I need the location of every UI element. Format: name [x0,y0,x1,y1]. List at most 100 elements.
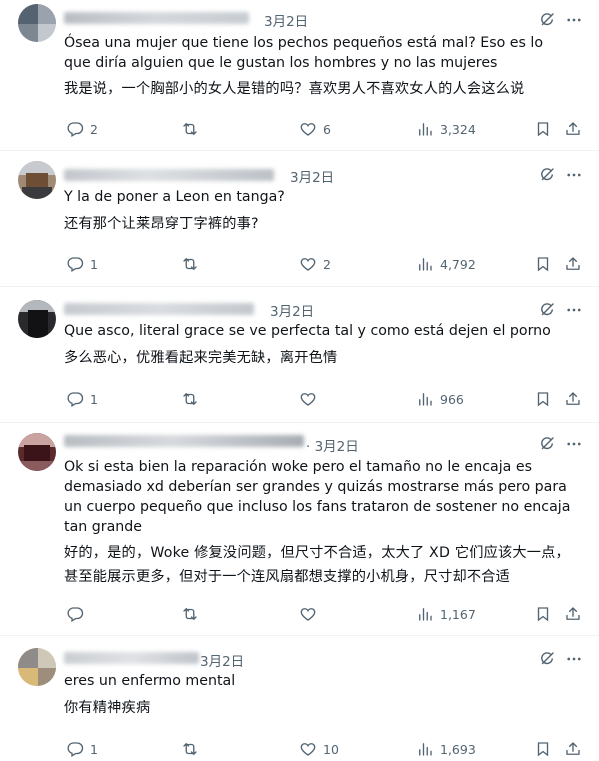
grok-icon[interactable] [538,301,556,319]
retweet-button[interactable] [181,740,205,758]
views-count: 966 [440,391,464,407]
tweet-text: Ósea una mujer que tiene los pechos pequ… [64,35,544,71]
share-icon[interactable] [564,120,582,138]
views-button[interactable]: 3,324 [416,120,476,138]
like-icon [299,390,317,408]
author-name[interactable] [64,169,274,181]
tweet-text: eres un enfermo mental [64,673,236,689]
tweet-translation: 还有那个让莱昂穿丁字裤的事? [64,216,259,232]
tweet-3[interactable]: 3月2日 Que asco, literal grace se ve perfe… [0,287,599,422]
like-count: 6 [323,121,331,137]
retweet-icon [181,120,199,138]
author-name[interactable] [64,12,249,24]
more-icon[interactable] [565,11,583,29]
more-icon[interactable] [565,301,583,319]
timestamp[interactable]: · 3月2日 [306,435,359,455]
author-name[interactable] [64,652,199,664]
retweet-icon [181,255,199,273]
reply-icon [66,255,84,273]
bookmark-icon[interactable] [534,605,552,623]
reply-button[interactable]: 1 [66,255,98,273]
reply-icon [66,740,84,758]
reply-icon [66,120,84,138]
views-icon [416,740,434,758]
tweet-text: Ok si esta bien la reparación woke pero … [64,459,571,535]
tweet-5[interactable]: 3月2日 eres un enfermo mental 你有精神疾病 1 10 … [0,636,599,761]
views-button[interactable]: 1,167 [416,605,476,623]
tweet-2[interactable]: 3月2日 Y la de poner a Leon en tanga? 还有那个… [0,151,599,286]
views-count: 1,167 [440,606,476,622]
author-name[interactable] [64,435,304,447]
retweet-button[interactable] [181,605,205,623]
avatar[interactable] [18,4,56,42]
reply-button[interactable]: 2 [66,120,98,138]
bookmark-icon[interactable] [534,740,552,758]
avatar[interactable] [18,161,56,199]
grok-icon[interactable] [538,166,556,184]
avatar[interactable] [18,648,56,686]
reply-icon [66,390,84,408]
retweet-icon [181,605,199,623]
tweet-translation: 我是说，一个胸部小的女人是错的吗？喜欢男人不喜欢女人的人会这么说 [64,81,525,97]
share-icon[interactable] [564,390,582,408]
more-icon[interactable] [565,166,583,184]
views-count: 3,324 [440,121,476,137]
like-count: 2 [323,256,331,272]
share-icon[interactable] [564,605,582,623]
like-button[interactable]: 6 [299,120,331,138]
like-icon [299,740,317,758]
tweet-text: Que asco, literal grace se ve perfecta t… [64,323,551,339]
author-name[interactable] [64,303,254,315]
tweet-translation: 多么恶心，优雅看起来完美无缺，离开色情 [64,350,338,366]
like-icon [299,255,317,273]
reply-count: 1 [90,256,98,272]
grok-icon[interactable] [538,435,556,453]
tweet-1[interactable]: 3月2日 Ósea una mujer que tiene los pechos… [0,0,599,150]
bookmark-icon[interactable] [534,390,552,408]
like-icon [299,605,317,623]
reply-count: 2 [90,121,98,137]
views-button[interactable]: 1,693 [416,740,476,758]
retweet-icon [181,390,199,408]
timestamp[interactable]: 3月2日 [290,166,334,186]
views-icon [416,605,434,623]
like-button[interactable] [299,605,323,623]
reply-count: 1 [90,741,98,757]
bookmark-icon[interactable] [534,255,552,273]
retweet-button[interactable] [181,120,205,138]
views-count: 4,792 [440,256,476,272]
retweet-button[interactable] [181,255,205,273]
tweet-4[interactable]: · 3月2日 Ok si esta bien la reparación wok… [0,423,599,635]
tweet-translation: 好的，是的，Woke 修复没问题，但尺寸不合适，太大了 XD 它们应该大一点，甚… [64,545,570,585]
more-icon[interactable] [565,650,583,668]
views-button[interactable]: 4,792 [416,255,476,273]
reply-button[interactable] [66,605,90,623]
more-icon[interactable] [565,435,583,453]
views-button[interactable]: 966 [416,390,464,408]
views-icon [416,255,434,273]
like-count: 10 [323,741,339,757]
retweet-button[interactable] [181,390,205,408]
timestamp[interactable]: 3月2日 [270,300,314,320]
grok-icon[interactable] [538,650,556,668]
like-button[interactable]: 10 [299,740,339,758]
avatar[interactable] [18,433,56,471]
reply-count: 1 [90,391,98,407]
reply-button[interactable]: 1 [66,740,98,758]
timestamp[interactable]: 3月2日 [200,650,244,670]
views-icon [416,390,434,408]
bookmark-icon[interactable] [534,120,552,138]
tweet-translation: 你有精神疾病 [64,700,151,716]
share-icon[interactable] [564,255,582,273]
like-button[interactable] [299,390,323,408]
grok-icon[interactable] [538,11,556,29]
tweet-text: Y la de poner a Leon en tanga? [64,189,285,205]
retweet-icon [181,740,199,758]
like-button[interactable]: 2 [299,255,331,273]
views-count: 1,693 [440,741,476,757]
share-icon[interactable] [564,740,582,758]
like-icon [299,120,317,138]
reply-button[interactable]: 1 [66,390,98,408]
timestamp[interactable]: 3月2日 [264,10,308,30]
avatar[interactable] [18,300,56,338]
